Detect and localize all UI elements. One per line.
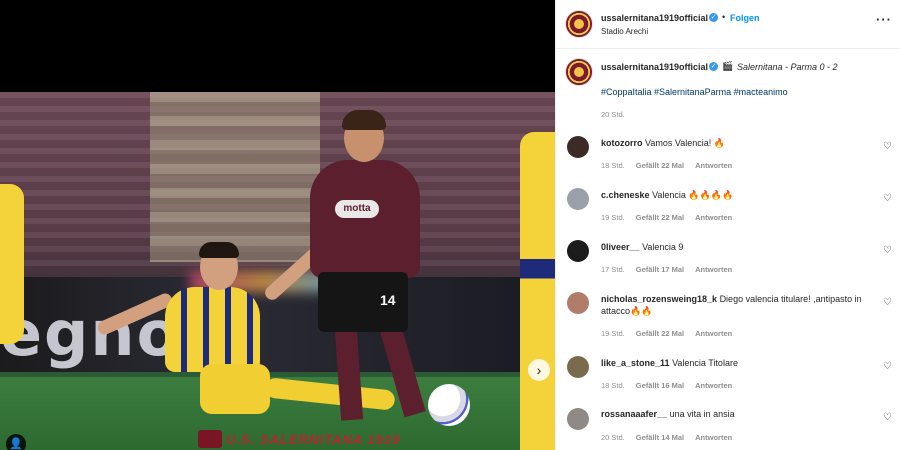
comment-item: 0liveer__ Valencia 9 17 Std. Gefällt 17 M…	[556, 237, 900, 287]
commenter-avatar[interactable]	[567, 408, 589, 430]
like-heart-icon[interactable]: ♡	[883, 245, 892, 256]
verified-badge-icon: ✓	[709, 62, 718, 71]
caption-text: Salernitana - Parma 0 - 2	[737, 62, 838, 72]
comment-meta: 19 Std. Gefällt 22 Mal Antworten	[601, 213, 743, 222]
commenter-avatar[interactable]	[567, 356, 589, 378]
more-options-icon[interactable]: ···	[876, 12, 892, 27]
comment-line: c.cheneske Valencia 🔥🔥🔥🔥	[601, 190, 733, 201]
comment-likes[interactable]: Gefällt 17 Mal	[636, 265, 684, 274]
clapper-icon: 🎬	[722, 61, 734, 71]
club-crest-watermark	[198, 430, 222, 448]
reply-button[interactable]: Antworten	[695, 381, 732, 390]
yellow-player-shorts	[200, 364, 270, 414]
commenter-avatar[interactable]	[567, 136, 589, 158]
commenter-avatar[interactable]	[567, 188, 589, 210]
comment-text-continued: attacco🔥🔥	[601, 306, 653, 316]
commenter-username[interactable]: 0liveer__	[601, 242, 640, 252]
comment-time: 17 Std.	[601, 265, 625, 274]
maroon-player-hair	[342, 110, 386, 130]
comment-item: like_a_stone_11 Valencia Titolare 18 Std…	[556, 353, 900, 403]
comment-likes[interactable]: Gefällt 22 Mal	[636, 329, 684, 338]
comment-line: kotozorro Vamos Valencia! 🔥	[601, 138, 725, 149]
comment-time: 18 Std.	[601, 161, 625, 170]
comment-meta: 17 Std. Gefällt 17 Mal Antworten	[601, 265, 743, 274]
commenter-username[interactable]: kotozorro	[601, 138, 643, 148]
location-link[interactable]: Stadio Arechi	[601, 27, 648, 36]
comment-item: c.cheneske Valencia 🔥🔥🔥🔥 19 Std. Gefällt …	[556, 185, 900, 235]
like-heart-icon[interactable]: ♡	[883, 412, 892, 423]
comment-line: nicholas_rozensweing18_k Diego valencia …	[601, 294, 862, 304]
like-heart-icon[interactable]: ♡	[883, 297, 892, 308]
comment-time: 19 Std.	[601, 213, 625, 222]
verified-badge-icon: ✓	[709, 13, 718, 22]
comment-likes[interactable]: Gefällt 22 Mal	[636, 161, 684, 170]
commenter-username[interactable]: nicholas_rozensweing18_k	[601, 294, 717, 304]
comment-meta: 18 Std. Gefällt 16 Mal Antworten	[601, 381, 743, 390]
commenter-avatar[interactable]	[567, 292, 589, 314]
comment-likes[interactable]: Gefällt 16 Mal	[636, 381, 684, 390]
stadium-steps	[150, 92, 320, 262]
football-ball	[428, 384, 470, 426]
reply-button[interactable]: Antworten	[695, 161, 732, 170]
post-header: ussalernitana1919official ✓ • Folgen Sta…	[556, 0, 900, 49]
comment-time: 20 Std.	[601, 433, 625, 442]
follow-button[interactable]: Folgen	[730, 13, 760, 23]
like-heart-icon[interactable]: ♡	[883, 193, 892, 204]
commenter-username[interactable]: rossanaaafer__	[601, 409, 667, 419]
photo-panel: egno motta 14 U.S. SALERNITANA 1919 › 👤	[0, 0, 555, 450]
comment-text: una vita in ansia	[669, 409, 735, 419]
reply-button[interactable]: Antworten	[695, 329, 732, 338]
comment-item: nicholas_rozensweing18_k Diego valencia …	[556, 289, 900, 351]
player-left-edge	[0, 184, 24, 344]
comments-side-panel: ussalernitana1919official ✓ • Folgen Sta…	[555, 0, 900, 450]
maroon-player-shirt	[310, 160, 420, 278]
caption-username[interactable]: ussalernitana1919official	[601, 62, 708, 72]
comment-time: 18 Std.	[601, 381, 625, 390]
reply-button[interactable]: Antworten	[695, 265, 732, 274]
comment-meta: 19 Std. Gefällt 22 Mal Antworten	[601, 329, 743, 338]
yellow-player-shirt	[165, 287, 260, 372]
caption-time: 20 Std.	[601, 110, 625, 119]
shirt-sponsor: motta	[335, 200, 379, 218]
commenter-username[interactable]: c.cheneske	[601, 190, 650, 200]
maroon-player-shorts: 14	[318, 272, 408, 332]
post-photo[interactable]: egno motta 14 U.S. SALERNITANA 1919 ›	[0, 92, 555, 450]
comment-text: Valencia 🔥🔥🔥🔥	[652, 190, 734, 200]
comment-meta: 18 Std. Gefällt 22 Mal Antworten	[601, 161, 743, 170]
caption-hashtags[interactable]: #CoppaItalia #SalernitanaParma #macteani…	[601, 87, 788, 97]
yellow-player-hair	[199, 242, 239, 258]
comment-likes[interactable]: Gefällt 22 Mal	[636, 213, 684, 222]
comment-item: kotozorro Vamos Valencia! 🔥 18 Std. Gefäl…	[556, 133, 900, 183]
commenter-avatar[interactable]	[567, 240, 589, 262]
comment-line: rossanaaafer__ una vita in ansia	[601, 409, 735, 419]
comment-meta: 20 Std. Gefällt 14 Mal Antworten	[601, 433, 743, 442]
comment-text: Valencia Titolare	[672, 358, 738, 368]
user-tag-icon[interactable]: 👤	[6, 434, 26, 450]
player-right-edge	[520, 132, 555, 450]
reply-button[interactable]: Antworten	[695, 433, 732, 442]
like-heart-icon[interactable]: ♡	[883, 361, 892, 372]
comment-text: Valencia 9	[642, 242, 684, 252]
next-image-arrow-icon[interactable]: ›	[528, 359, 550, 381]
separator-dot: •	[722, 12, 726, 22]
shirt-number: 14	[380, 292, 396, 308]
comment-text: Vamos Valencia! 🔥	[645, 138, 725, 148]
watermark-text: U.S. SALERNITANA 1919	[226, 432, 401, 447]
header-username[interactable]: ussalernitana1919official	[601, 13, 708, 23]
comment-text: Diego valencia titulare! ,antipasto in	[719, 294, 862, 304]
comment-time: 19 Std.	[601, 329, 625, 338]
instagram-post-view: egno motta 14 U.S. SALERNITANA 1919 › 👤 …	[0, 0, 900, 450]
club-avatar[interactable]	[565, 10, 593, 38]
comment-line: like_a_stone_11 Valencia Titolare	[601, 358, 738, 368]
commenter-username[interactable]: like_a_stone_11	[601, 358, 670, 368]
like-heart-icon[interactable]: ♡	[883, 141, 892, 152]
comment-item: rossanaaafer__ una vita in ansia 20 Std.…	[556, 405, 900, 450]
comment-line: 0liveer__ Valencia 9	[601, 242, 683, 252]
comment-likes[interactable]: Gefällt 14 Mal	[636, 433, 684, 442]
reply-button[interactable]: Antworten	[695, 213, 732, 222]
caption-avatar[interactable]	[565, 58, 593, 86]
